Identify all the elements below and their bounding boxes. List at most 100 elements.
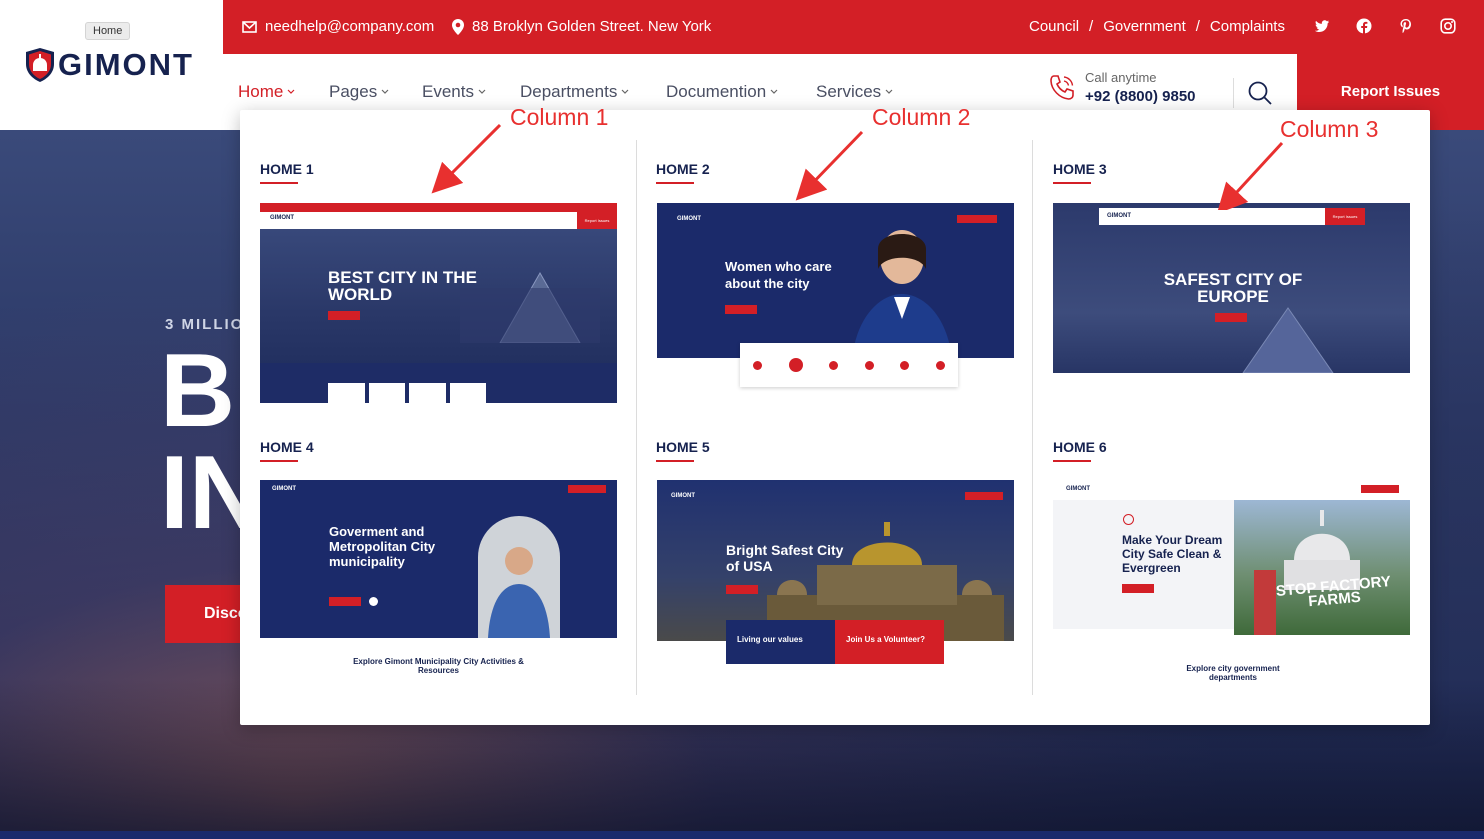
email-text: needhelp@company.com: [265, 18, 435, 35]
thumb-service-cards: [328, 383, 486, 403]
logo-text: GIMONT: [58, 47, 194, 82]
capitol-dome-icon: [1254, 510, 1360, 635]
nav-home-label: Home: [238, 82, 284, 101]
home-4-thumbnail[interactable]: GIMONT Goverment and Metropolitan City m…: [260, 480, 617, 690]
logo-area: GIMONT Home: [0, 0, 223, 130]
thumb-protest-photo: STOP FACTORY FARMS: [1234, 500, 1410, 635]
call-text: Call anytime +92 (8800) 9850: [1085, 70, 1196, 105]
nav-home[interactable]: Home: [238, 82, 295, 102]
pinterest-icon[interactable]: [1398, 18, 1414, 34]
link-separator: /: [1089, 18, 1094, 35]
nav-pages[interactable]: Pages: [329, 82, 389, 102]
home-6-thumbnail[interactable]: GIMONT STOP FACTORY FARMS Make Your Drea…: [1053, 480, 1410, 690]
site-logo[interactable]: GIMONT: [24, 47, 194, 83]
nav-pages-label: Pages: [329, 82, 378, 101]
home-5-label[interactable]: HOME 5: [656, 439, 710, 462]
hero-bottom-bar: [0, 831, 1484, 839]
thumb-headline: Bright Safest City of USA: [726, 542, 844, 574]
call-number: +92 (8800) 9850: [1085, 88, 1196, 105]
home-5-thumbnail[interactable]: GIMONT Bright Safest City of USA Living …: [657, 480, 1014, 690]
chevron-down-icon: [381, 89, 389, 94]
call-label: Call anytime: [1085, 70, 1157, 85]
chevron-down-icon: [885, 89, 893, 94]
thumb-logo: GIMONT: [270, 215, 294, 221]
column-1-annotation: Column 1: [510, 104, 609, 130]
thumb-service-dot: [935, 360, 945, 370]
council-link[interactable]: Council: [1029, 18, 1079, 35]
nav-services[interactable]: Services: [816, 82, 893, 102]
thumb-cta: [1215, 313, 1247, 322]
nav-events[interactable]: Events: [422, 82, 486, 102]
chevron-down-icon: [770, 89, 778, 94]
call-block[interactable]: Call anytime +92 (8800) 9850: [1047, 70, 1196, 105]
arrow-column-3: [1216, 141, 1284, 210]
top-bar: needhelp@company.com 88 Broklyn Golden S…: [223, 0, 1484, 54]
top-links: Council / Government / Complaints: [1029, 18, 1285, 35]
thumb-cta: [725, 305, 757, 314]
envelope-icon: [242, 20, 257, 33]
column-3-annotation: Column 3: [1280, 116, 1379, 142]
thumb-content-band: [1053, 373, 1410, 403]
thumb-cta: [329, 597, 361, 606]
facebook-icon[interactable]: [1356, 18, 1372, 34]
thumb-logo: GIMONT: [1107, 213, 1131, 219]
nav-divider: [1233, 78, 1234, 108]
search-icon[interactable]: [1247, 80, 1273, 106]
thumb-headline: Make Your Dream City Safe Clean & Evergr…: [1122, 533, 1223, 575]
arrow-column-2: [795, 130, 864, 201]
thumb-service-dot: [864, 360, 874, 370]
complaints-link[interactable]: Complaints: [1210, 18, 1285, 35]
thumb-play-icon: [1123, 514, 1134, 525]
home-tooltip: Home: [85, 22, 131, 40]
nav-documention[interactable]: Documention: [666, 82, 778, 102]
chevron-down-icon: [478, 89, 486, 94]
thumb-service-dot: [900, 360, 910, 370]
thumb-service-dot: [829, 360, 839, 370]
thumb-service-strip: [740, 343, 958, 387]
home-6-label[interactable]: HOME 6: [1053, 439, 1107, 462]
column-divider: [636, 140, 637, 695]
nav-documention-label: Documention: [666, 82, 767, 101]
thumb-service-card: [449, 383, 486, 403]
address-contact: 88 Broklyn Golden Street. New York: [452, 18, 711, 35]
thumb-service-card: [328, 383, 365, 403]
thumb-service-card: [368, 383, 405, 403]
thumb-headline: Women who care about the city: [725, 259, 832, 291]
thumb-footer-text: Explore city government departments: [1186, 664, 1280, 682]
thumb-report-button: Report Issues: [1325, 208, 1365, 225]
home-2-thumbnail[interactable]: GIMONT Women who care about the city: [657, 203, 1014, 403]
instagram-icon[interactable]: [1440, 18, 1456, 34]
thumb-cta: [1122, 584, 1154, 593]
thumb-values-card: Living our values: [726, 620, 835, 664]
map-pin-icon: [452, 18, 464, 35]
speaker-icon: [488, 547, 550, 638]
home-3-thumbnail[interactable]: GIMONT Report Issues SAFEST CITY OF EURO…: [1053, 203, 1410, 403]
thumb-service-dot: [788, 358, 803, 372]
chevron-down-icon: [621, 89, 629, 94]
nav-events-label: Events: [422, 82, 474, 101]
thumb-headline: BEST CITY IN THE WORLD: [328, 268, 477, 304]
thumb-footer-text: Explore Gimont Municipality City Activit…: [353, 657, 524, 675]
thumb-cta: [726, 585, 758, 594]
shield-logo-icon: [26, 48, 54, 82]
column-2-annotation: Column 2: [872, 104, 971, 130]
home-4-label[interactable]: HOME 4: [260, 439, 314, 462]
nav-departments-label: Departments: [520, 82, 618, 101]
thumb-volunteer-card: Join Us a Volunteer?: [835, 620, 944, 664]
government-link[interactable]: Government: [1103, 18, 1186, 35]
link-separator: /: [1195, 18, 1200, 35]
home-1-thumbnail[interactable]: GIMONT Report Issues BEST CITY IN THE WO…: [260, 203, 617, 403]
thumb-logo: GIMONT: [677, 216, 701, 222]
thumb-headline: Goverment and Metropolitan City municipa…: [329, 524, 436, 569]
email-contact[interactable]: needhelp@company.com: [242, 18, 434, 35]
thumb-report-button: [965, 492, 1003, 500]
thumb-cta: [328, 311, 360, 320]
chevron-down-icon: [287, 89, 295, 94]
home-mega-menu: HOME 1 HOME 2 HOME 3 HOME 4 HOME 5 HOME …: [240, 104, 1430, 725]
column-divider: [1032, 140, 1033, 695]
twitter-icon[interactable]: [1314, 18, 1330, 34]
thumb-headline: SAFEST CITY OF EUROPE: [1163, 270, 1303, 306]
nav-departments[interactable]: Departments: [520, 82, 629, 102]
nav-services-label: Services: [816, 82, 882, 101]
thumb-report-button: [1361, 485, 1399, 493]
